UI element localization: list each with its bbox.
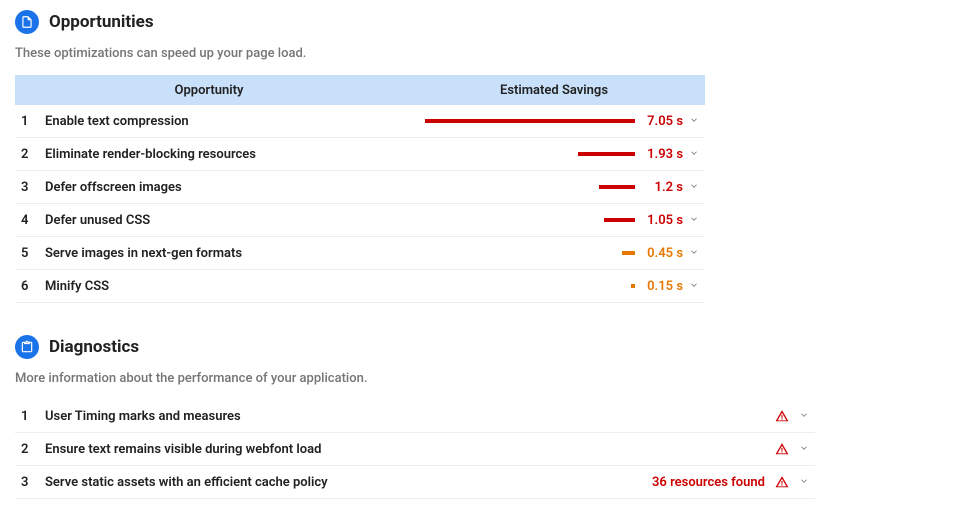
warning-icon	[771, 442, 793, 456]
savings-bar	[578, 152, 635, 156]
savings-bar	[622, 251, 635, 255]
opportunities-table-header: Opportunity Estimated Savings	[15, 75, 705, 105]
opportunity-row[interactable]: 4Defer unused CSS 1.05 s	[15, 204, 705, 237]
savings-value: 1.05 s	[635, 213, 683, 228]
diagnostic-detail: 36 resources found	[652, 475, 771, 490]
opportunity-row[interactable]: 1Enable text compression 7.05 s	[15, 105, 705, 138]
opportunity-name: Eliminate render-blocking resources	[45, 147, 403, 162]
opportunity-name: Enable text compression	[45, 114, 403, 129]
opportunity-row[interactable]: 5Serve images in next-gen formats 0.45 s	[15, 237, 705, 270]
opportunity-row[interactable]: 2Eliminate render-blocking resources 1.93…	[15, 138, 705, 171]
chevron-down-icon	[683, 246, 705, 261]
chevron-down-icon	[793, 442, 815, 457]
diagnostics-list: 1User Timing marks and measures2Ensure t…	[15, 400, 815, 499]
warning-icon	[771, 475, 793, 489]
chevron-down-icon	[683, 114, 705, 129]
savings-bar-cell	[403, 284, 635, 288]
opportunities-section: Opportunities These optimizations can sp…	[0, 0, 954, 303]
savings-value: 7.05 s	[635, 114, 683, 129]
opportunity-name: Minify CSS	[45, 279, 403, 294]
row-number: 1	[15, 409, 45, 424]
row-number: 1	[15, 114, 45, 129]
chevron-down-icon	[683, 180, 705, 195]
col-estimated-savings: Estimated Savings	[403, 83, 705, 98]
savings-value: 1.93 s	[635, 147, 683, 162]
row-number: 4	[15, 213, 45, 228]
opportunities-title: Opportunities	[49, 12, 154, 32]
savings-bar-cell	[403, 119, 635, 123]
diagnostic-name: Ensure text remains visible during webfo…	[45, 442, 771, 457]
diagnostic-name: User Timing marks and measures	[45, 409, 771, 424]
savings-value: 0.15 s	[635, 279, 683, 294]
diagnostics-header: Diagnostics	[15, 335, 939, 359]
warning-icon	[771, 409, 793, 423]
opportunity-name: Serve images in next-gen formats	[45, 246, 403, 261]
chevron-down-icon	[793, 475, 815, 490]
opportunities-desc: These optimizations can speed up your pa…	[15, 46, 939, 61]
col-opportunity: Opportunity	[15, 83, 403, 98]
diagnostics-section: Diagnostics More information about the p…	[0, 325, 954, 499]
opportunity-row[interactable]: 6Minify CSS 0.15 s	[15, 270, 705, 303]
diagnostics-desc: More information about the performance o…	[15, 371, 939, 386]
opportunity-row[interactable]: 3Defer offscreen images 1.2 s	[15, 171, 705, 204]
savings-value: 1.2 s	[635, 180, 683, 195]
savings-bar-cell	[403, 185, 635, 189]
row-number: 3	[15, 180, 45, 195]
opportunity-name: Defer offscreen images	[45, 180, 403, 195]
row-number: 5	[15, 246, 45, 261]
chevron-down-icon	[683, 213, 705, 228]
diagnostic-name: Serve static assets with an efficient ca…	[45, 475, 652, 490]
row-number: 6	[15, 279, 45, 294]
savings-bar	[604, 218, 635, 222]
savings-bar-cell	[403, 218, 635, 222]
chevron-down-icon	[793, 409, 815, 424]
savings-bar	[599, 185, 635, 189]
savings-bar	[425, 119, 635, 123]
row-number: 2	[15, 147, 45, 162]
savings-bar-cell	[403, 152, 635, 156]
chevron-down-icon	[683, 279, 705, 294]
savings-bar-cell	[403, 251, 635, 255]
savings-value: 0.45 s	[635, 246, 683, 261]
diagnostic-row[interactable]: 2Ensure text remains visible during webf…	[15, 433, 815, 466]
opportunity-name: Defer unused CSS	[45, 213, 403, 228]
chevron-down-icon	[683, 147, 705, 162]
row-number: 2	[15, 442, 45, 457]
diagnostic-row[interactable]: 3Serve static assets with an efficient c…	[15, 466, 815, 499]
opportunities-icon	[15, 10, 39, 34]
opportunities-table: Opportunity Estimated Savings 1Enable te…	[15, 75, 705, 303]
diagnostics-icon	[15, 335, 39, 359]
row-number: 3	[15, 475, 45, 490]
diagnostics-title: Diagnostics	[49, 337, 139, 357]
opportunities-header: Opportunities	[15, 10, 939, 34]
diagnostic-row[interactable]: 1User Timing marks and measures	[15, 400, 815, 433]
